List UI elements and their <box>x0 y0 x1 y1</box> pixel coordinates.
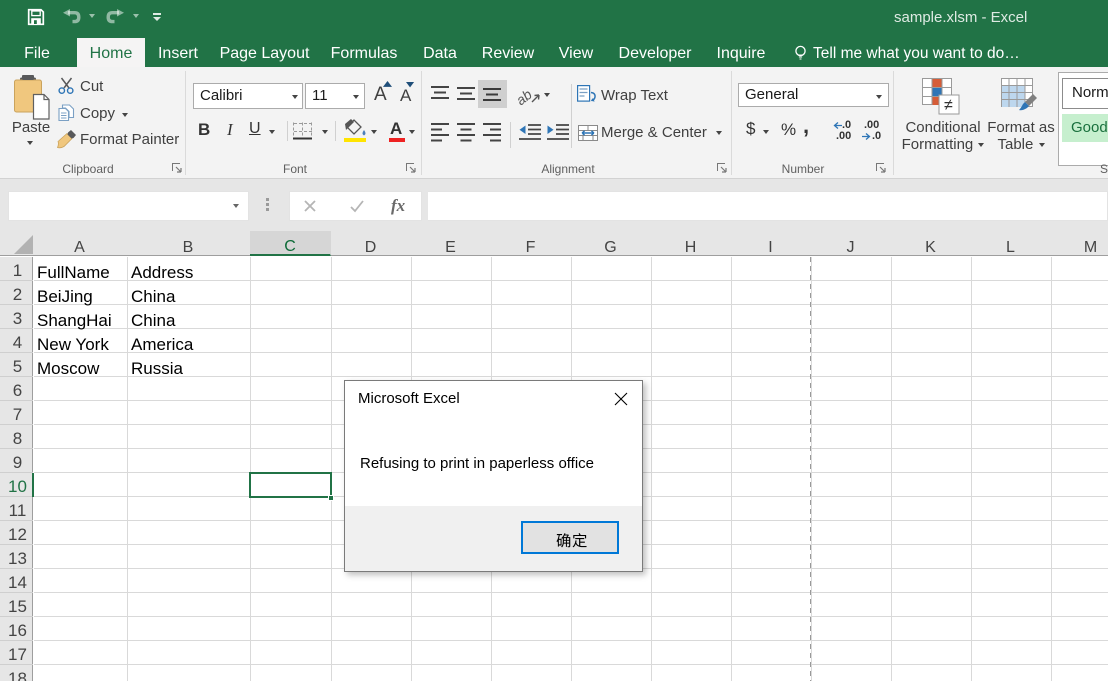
svg-text:≠: ≠ <box>944 97 953 114</box>
svg-text:ab: ab <box>518 86 535 108</box>
